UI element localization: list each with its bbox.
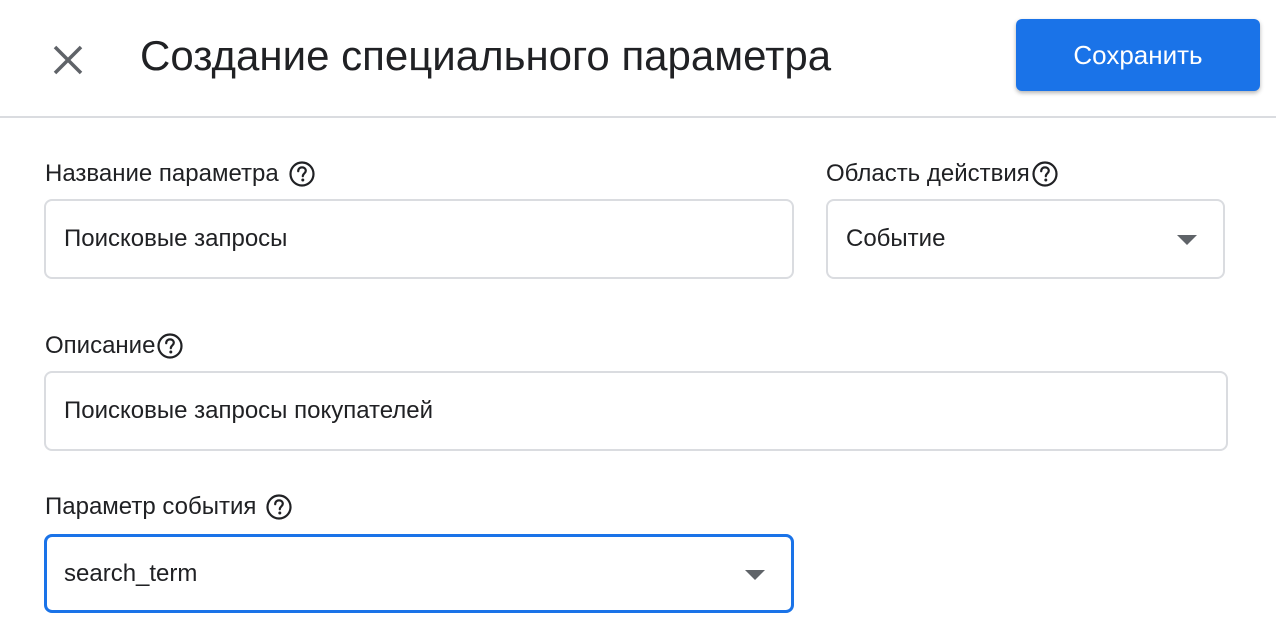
event-parameter-select[interactable]: search_term <box>44 534 794 613</box>
create-custom-dimension-dialog: Создание специального параметра Сохранит… <box>0 0 1276 644</box>
help-icon[interactable] <box>289 161 315 187</box>
help-icon[interactable] <box>157 333 184 359</box>
description-label-row: Описание <box>45 330 184 362</box>
description-value: Поисковые запросы покупателей <box>64 397 434 424</box>
description-input[interactable]: Поисковые запросы покупателей <box>44 371 1228 451</box>
scope-value: Событие <box>846 225 946 252</box>
page-title: Создание специального параметра <box>140 32 832 79</box>
description-label: Описание <box>45 332 156 359</box>
dropdown-arrow-icon <box>1177 235 1197 245</box>
parameter-name-label-row: Название параметра <box>45 158 315 190</box>
parameter-name-value: Поисковые запросы <box>64 225 288 252</box>
event-parameter-label-row: Параметр события <box>45 491 292 523</box>
dropdown-arrow-icon <box>745 569 765 580</box>
save-button[interactable]: Сохранить <box>1016 19 1260 91</box>
close-button[interactable] <box>44 36 92 84</box>
parameter-name-label: Название параметра <box>45 160 279 187</box>
help-icon[interactable] <box>1032 161 1058 187</box>
help-icon[interactable] <box>266 494 292 520</box>
scope-label-row: Область действия <box>826 158 1058 190</box>
scope-select[interactable]: Событие <box>826 199 1225 279</box>
dialog-header: Создание специального параметра Сохранит… <box>0 0 1276 118</box>
parameter-name-input[interactable]: Поисковые запросы <box>44 199 794 279</box>
scope-label: Область действия <box>826 160 1030 187</box>
event-parameter-value: search_term <box>64 559 198 587</box>
event-parameter-label: Параметр события <box>45 493 257 520</box>
close-icon <box>53 45 83 75</box>
